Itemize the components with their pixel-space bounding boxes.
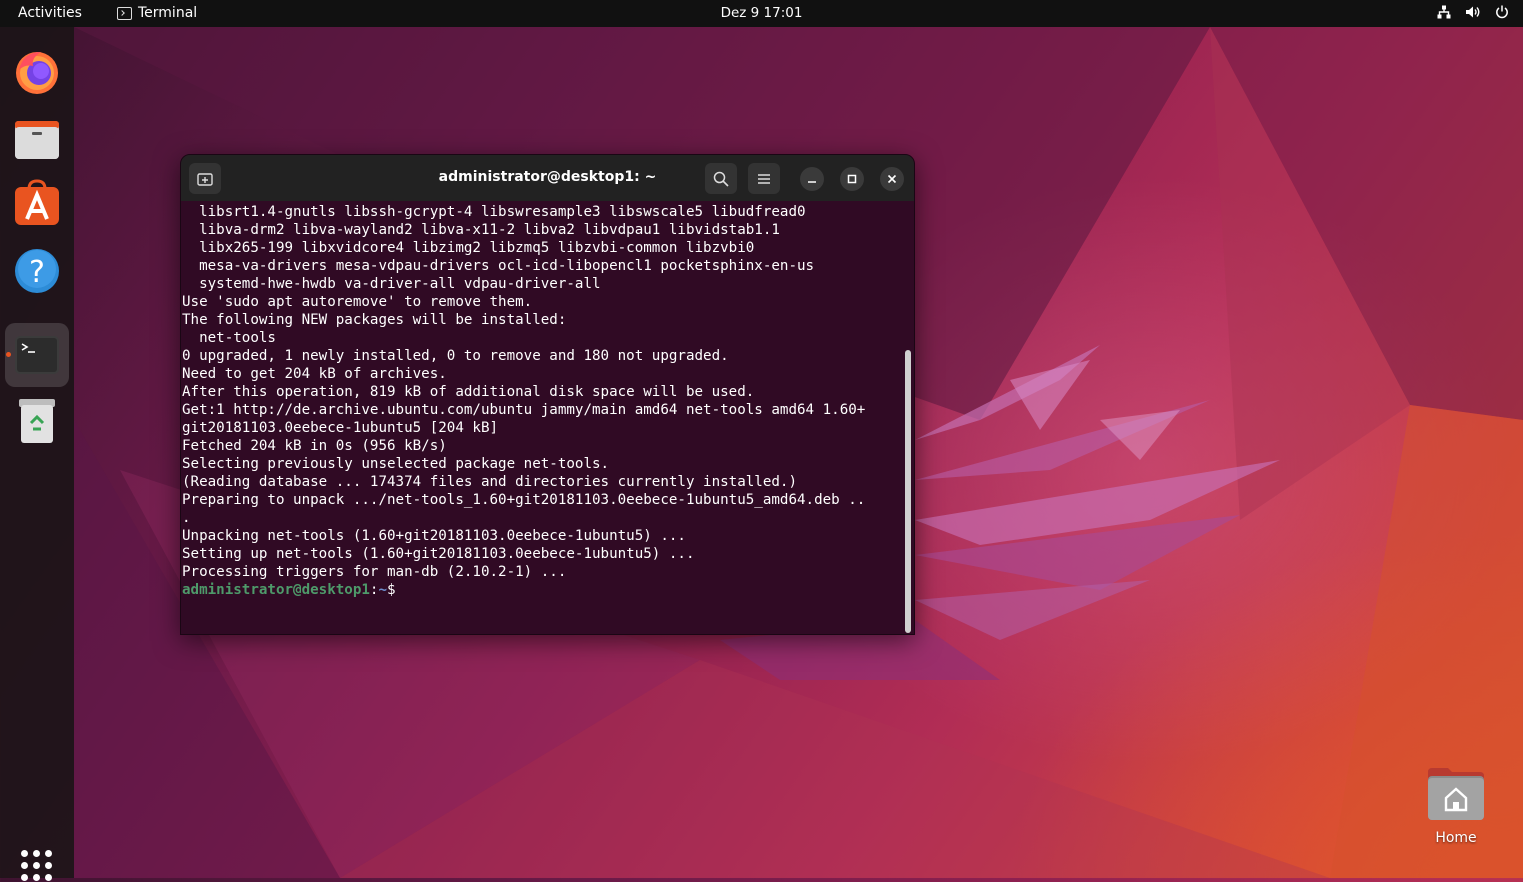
terminal-output[interactable]: libsrt1.4-gnutls libssh-gcrypt-4 libswre… [182,203,902,633]
dock-item-software[interactable] [5,173,69,237]
terminal-prompt[interactable]: administrator@desktop1:~$ [182,581,396,599]
dock-item-help[interactable]: ? [5,239,69,303]
desktop-home-folder[interactable] [1428,768,1484,820]
terminal-line: libva-drm2 libva-wayland2 libva-x11-2 li… [182,222,780,238]
software-icon [15,179,59,225]
terminal-line: mesa-va-drivers mesa-vdpau-drivers ocl-i… [182,258,815,274]
svg-text:?: ? [29,255,45,290]
minimize-button[interactable] [800,167,824,191]
menu-button[interactable] [748,163,780,194]
prompt-path: ~ [378,582,388,598]
dock-item-terminal[interactable] [5,323,69,387]
terminal-line: Use 'sudo apt autoremove' to remove them… [182,294,533,310]
power-icon [1496,5,1508,19]
terminal-line: Processing triggers for man-db (2.10.2-1… [182,564,567,580]
terminal-line: After this operation, 819 kB of addition… [182,384,755,400]
prompt-symbol: $ [387,582,396,598]
dock-item-files[interactable] [5,107,69,171]
firefox-icon [16,52,58,94]
hamburger-icon [758,173,770,184]
prompt-user: administrator@desktop1 [182,582,370,598]
dock-item-trash[interactable] [5,389,69,453]
home-folder-icon [1428,768,1484,820]
network-icon [1437,5,1451,19]
search-icon [713,171,729,187]
terminal-line: 0 upgraded, 1 newly installed, 0 to remo… [182,348,729,364]
top-bar: Activities Terminal Dez 9 17:01 [0,0,1523,27]
terminal-line: Need to get 204 kB of archives. [182,366,447,382]
maximize-icon [847,174,857,184]
help-icon: ? [15,249,59,293]
close-icon [887,174,897,184]
files-icon [15,121,59,159]
terminal-line: (Reading database ... 174374 files and d… [182,474,797,490]
terminal-line: Selecting previously unselected package … [182,456,610,472]
terminal-line: net-tools [182,330,276,346]
volume-icon [1466,6,1480,18]
terminal-line: libsrt1.4-gnutls libssh-gcrypt-4 libswre… [182,204,806,220]
terminal-titlebar[interactable]: administrator@desktop1: ~ [181,155,914,201]
dock-item-firefox[interactable] [5,40,69,104]
terminal-line: git20181103.0eebece-1ubuntu5 [204 kB] [182,420,499,436]
dock: ? [0,27,74,881]
apps-grid-icon [21,850,28,857]
terminal-line: Fetched 204 kB in 0s (956 kB/s) [182,438,447,454]
trash-icon [19,399,55,443]
terminal-line: The following NEW packages will be insta… [182,312,567,328]
running-indicator [6,352,11,357]
terminal-line: Unpacking net-tools (1.60+git20181103.0e… [182,528,686,544]
system-tray[interactable] [1437,5,1509,19]
terminal-scrollbar[interactable] [905,350,911,633]
terminal-window[interactable]: administrator@desktop1: ~ libsrt1.4-gnut… [180,154,915,635]
close-button[interactable] [880,167,904,191]
maximize-button[interactable] [840,167,864,191]
desktop-home-label: Home [1435,830,1477,846]
search-button[interactable] [705,163,737,194]
terminal-line: Get:1 http://de.archive.ubuntu.com/ubunt… [182,402,866,418]
minimize-icon [808,181,816,183]
terminal-line: . [182,510,191,526]
terminal-line: Setting up net-tools (1.60+git20181103.0… [182,546,695,562]
clock[interactable]: Dez 9 17:01 [0,5,1523,21]
terminal-line: libx265-199 libxvidcore4 libzimg2 libzmq… [182,240,755,256]
terminal-line: Preparing to unpack .../net-tools_1.60+g… [182,492,866,508]
show-apps-button[interactable] [21,850,53,882]
terminal-line: systemd-hwe-hwdb va-driver-all vdpau-dri… [182,276,601,292]
terminal-icon [15,336,59,374]
